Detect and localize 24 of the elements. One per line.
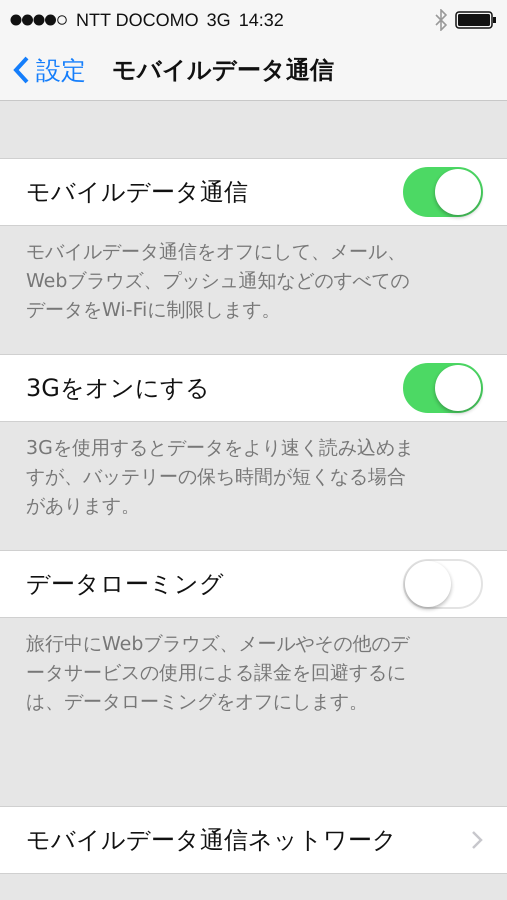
toggle-switch[interactable] [403, 363, 483, 413]
chevron-icon [471, 830, 483, 850]
toggle-switch[interactable] [403, 167, 483, 217]
row-label: モバイルデータ通信ネットワーク [26, 825, 398, 856]
section-footer: モバイルデータ通信をオフにして、メール、 Webブラウズ、プッシュ通知などのすべての データをWi-Fiに制限します。 [0, 226, 507, 354]
bluetooth-icon [435, 9, 447, 31]
row-label: モバイルデータ通信 [26, 177, 249, 208]
back-chevron-icon [12, 56, 30, 84]
section-footer: 3Gを使用するとデータをより速く読み込めま すが、バッテリーの保ち時間が短くなる場合 があります。 [0, 422, 507, 550]
battery-icon [455, 11, 497, 29]
network-type: 3G [206, 10, 231, 30]
row-label: 3Gをオンにする [26, 373, 211, 404]
carrier-name: NTT DOCOMO [76, 10, 199, 30]
status-time: 14:32 [238, 10, 284, 30]
page-title: モバイルデータ通信 [112, 55, 334, 86]
settings-row[interactable]: モバイルデータ通信 [0, 158, 507, 226]
settings-row[interactable]: モバイルデータ通信ネットワーク [0, 806, 507, 874]
section-footer: 旅行中にWebブラウズ、メールやその他のデ ータサービスの使用による課金を回避するに は、データローミングをオフにします。 [0, 618, 507, 746]
settings-row[interactable]: データローミング [0, 550, 507, 618]
row-label: データローミング [26, 569, 225, 600]
settings-row[interactable]: 3Gをオンにする [0, 354, 507, 422]
back-button[interactable]: 設定 [12, 54, 86, 86]
signal-icon [10, 14, 68, 26]
toggle-switch[interactable] [403, 559, 483, 609]
